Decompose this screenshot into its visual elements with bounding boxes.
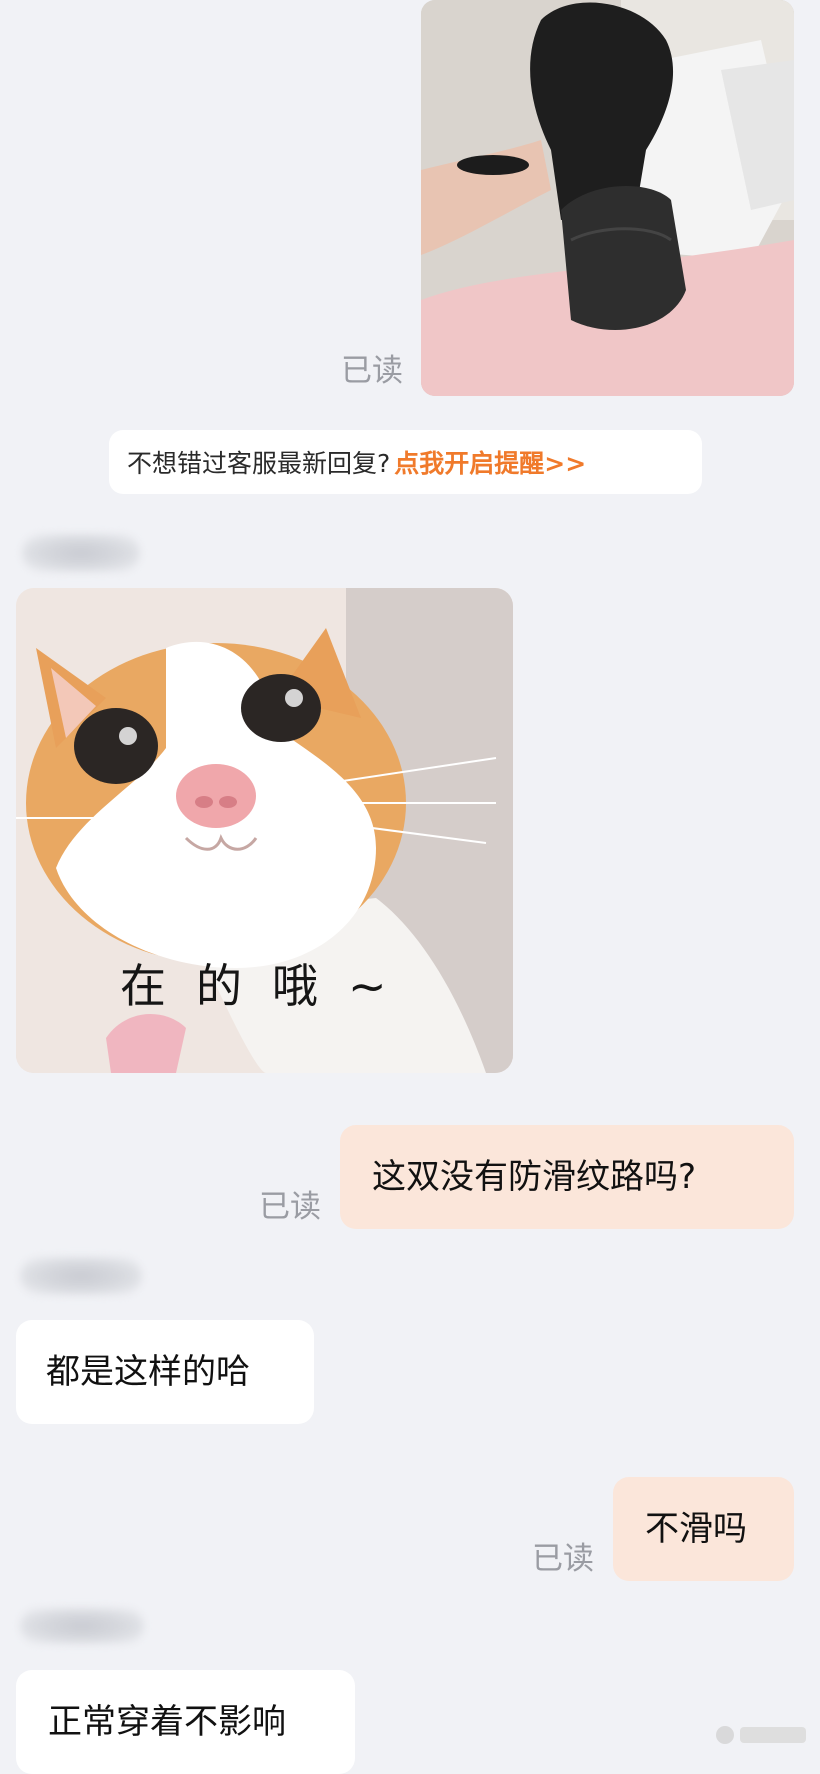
cat-sticker[interactable]: 在的哦~ [16, 588, 513, 1073]
incoming-message-bubble[interactable]: 正常穿着不影响 [16, 1670, 355, 1774]
sticker-caption: 在的哦~ [120, 959, 417, 1013]
outgoing-message-bubble[interactable]: 不滑吗 [613, 1477, 794, 1581]
incoming-message-bubble[interactable]: 都是这样的哈 [16, 1320, 314, 1424]
message-text: 不滑吗 [645, 1509, 747, 1549]
watermark [716, 1726, 806, 1744]
agent-name-blurred [22, 534, 140, 572]
notification-reminder-banner[interactable]: 不想错过客服最新回复? 点我开启提醒>> [109, 430, 702, 494]
agent-name-blurred [20, 1608, 144, 1644]
read-receipt: 已读 [341, 353, 403, 389]
message-text: 这双没有防滑纹路吗? [372, 1157, 697, 1197]
read-receipt: 已读 [259, 1189, 321, 1225]
enable-reminder-link[interactable]: 点我开启提醒>> [394, 444, 586, 480]
message-text: 都是这样的哈 [46, 1352, 250, 1392]
shoe-photo[interactable] [421, 0, 794, 396]
read-receipt: 已读 [532, 1541, 594, 1577]
watermark-dot [716, 1726, 734, 1744]
agent-name-blurred [20, 1257, 142, 1295]
notice-text: 不想错过客服最新回复? [127, 449, 391, 478]
watermark-bar [740, 1727, 806, 1743]
outgoing-message-bubble[interactable]: 这双没有防滑纹路吗? [340, 1125, 794, 1229]
shoe-photo-illustration [421, 0, 794, 396]
message-text: 正常穿着不影响 [48, 1702, 286, 1742]
